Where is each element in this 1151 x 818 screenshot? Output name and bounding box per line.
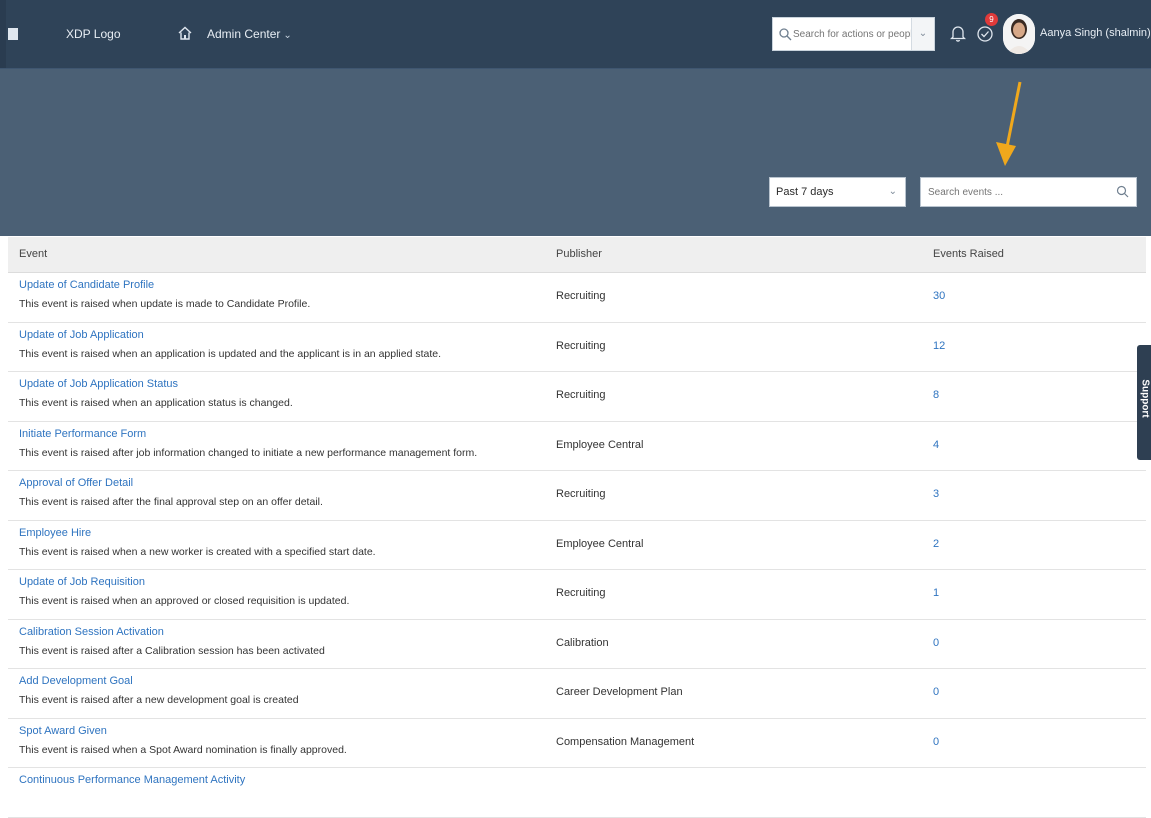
table-row: Update of Job Application This event is r… [8,322,1146,372]
bell-icon[interactable] [950,24,966,42]
table-row: Add Development Goal This event is raised… [8,669,1146,719]
events-raised-count[interactable]: 1 [933,587,939,599]
event-link[interactable]: Continuous Performance Management Activi… [19,774,245,786]
event-link[interactable]: Add Development Goal [19,675,133,687]
support-tab[interactable]: Support [1137,345,1151,460]
publisher-cell: Recruiting [556,587,606,599]
event-link[interactable]: Update of Candidate Profile [19,279,154,291]
home-icon[interactable] [177,25,193,41]
table-row: Spot Award Given This event is raised whe… [8,718,1146,768]
date-range-value: Past 7 days [776,186,834,198]
publisher-cell: Employee Central [556,537,644,550]
table-row: Approval of Offer Detail This event is ra… [8,471,1146,521]
event-link[interactable]: Update of Job Application Status [19,378,178,390]
page-header [0,69,1151,236]
search-icon[interactable] [1116,185,1129,198]
events-raised-count[interactable]: 0 [933,736,939,748]
events-raised-count[interactable]: 4 [933,439,939,451]
support-label: Support [1139,379,1151,418]
avatar[interactable] [1003,14,1035,54]
table-row: Initiate Performance Form This event is r… [8,421,1146,471]
events-search [920,177,1137,207]
publisher-cell: Recruiting [556,389,606,401]
column-header-events-raised[interactable]: Events Raised [933,248,1004,260]
event-link[interactable]: Approval of Offer Detail [19,477,133,489]
table-row: Update of Candidate Profile This event is… [8,273,1146,323]
events-raised-count[interactable]: 2 [933,538,939,550]
events-raised-count[interactable]: 8 [933,389,939,401]
notification-badge: 9 [985,13,998,26]
event-description: This event is raised after a new develop… [19,694,299,706]
chevron-down-icon: ⌄ [283,30,292,41]
event-description: This event is raised when an approved or… [19,595,350,607]
admin-center-label: Admin Center [207,27,281,41]
shell-left-strip [0,0,6,68]
event-description: This event is raised after job informati… [19,446,478,459]
search-scope-dropdown[interactable]: ⌄ [911,18,934,50]
event-description: This event is raised after the final app… [19,496,323,508]
app-logo[interactable] [8,28,18,40]
admin-center-menu[interactable]: Admin Center ⌄ [207,27,292,41]
events-raised-count[interactable]: 0 [933,637,939,649]
shell-bar: XDP Logo Admin Center⌄ ⌄ 9 Aanya Singh (… [0,0,1151,69]
app-title[interactable]: XDP Logo [66,27,121,41]
event-link[interactable]: Initiate Performance Form [19,428,146,440]
event-link[interactable]: Spot Award Given [19,725,107,737]
publisher-cell: Recruiting [556,339,606,352]
events-table: Event Publisher Events Raised Update of … [8,237,1146,818]
publisher-cell: Recruiting [556,290,606,302]
publisher-cell: Calibration [556,636,609,649]
avatar-image [1003,14,1035,54]
event-description: This event is raised when an application… [19,347,442,360]
publisher-cell: Compensation Management [556,735,695,748]
annotation-arrow-icon [996,81,1022,166]
table-row: Update of Job Application Status This eve… [8,372,1146,422]
table-row: Calibration Session Activation This event… [8,619,1146,669]
global-search-input[interactable] [793,26,911,42]
global-search: ⌄ [772,17,935,51]
event-description: This event is raised when an application… [19,397,293,409]
search-icon [779,28,792,41]
publisher-cell: Employee Central [556,438,644,451]
events-raised-count[interactable]: 12 [933,340,945,352]
publisher-cell: Recruiting [556,488,606,500]
publisher-cell: Career Development Plan [556,686,683,698]
events-raised-count[interactable]: 30 [933,290,945,302]
event-description: This event is raised after a Calibration… [19,644,325,657]
events-raised-count[interactable]: 3 [933,488,939,500]
column-header-publisher[interactable]: Publisher [556,248,602,260]
event-description: This event is raised when a new worker i… [19,545,376,558]
event-link[interactable]: Update of Job Requisition [19,576,145,588]
event-description: This event is raised when update is made… [19,298,311,310]
table-body: Update of Candidate Profile This event is… [8,273,1146,818]
table-row: Update of Job Requisition This event is r… [8,570,1146,620]
events-search-input[interactable] [928,185,1108,200]
date-range-select[interactable]: Past 7 days ⌄ [769,177,906,207]
column-header-event[interactable]: Event [19,248,47,260]
event-link[interactable]: Update of Job Application [19,329,144,341]
events-raised-count[interactable]: 0 [933,686,939,698]
todo-icon[interactable] [975,23,995,43]
table-row: Employee Hire This event is raised when a… [8,520,1146,570]
user-menu[interactable]: Aanya Singh (shalmin) ⌄ [1040,27,1151,39]
chevron-down-icon: ⌄ [888,186,897,197]
user-name-label: Aanya Singh (shalmin) [1040,27,1151,39]
table-header: Event Publisher Events Raised [8,237,1146,273]
event-description: This event is raised when a Spot Award n… [19,743,347,756]
event-link[interactable]: Employee Hire [19,527,91,539]
event-link[interactable]: Calibration Session Activation [19,626,164,638]
